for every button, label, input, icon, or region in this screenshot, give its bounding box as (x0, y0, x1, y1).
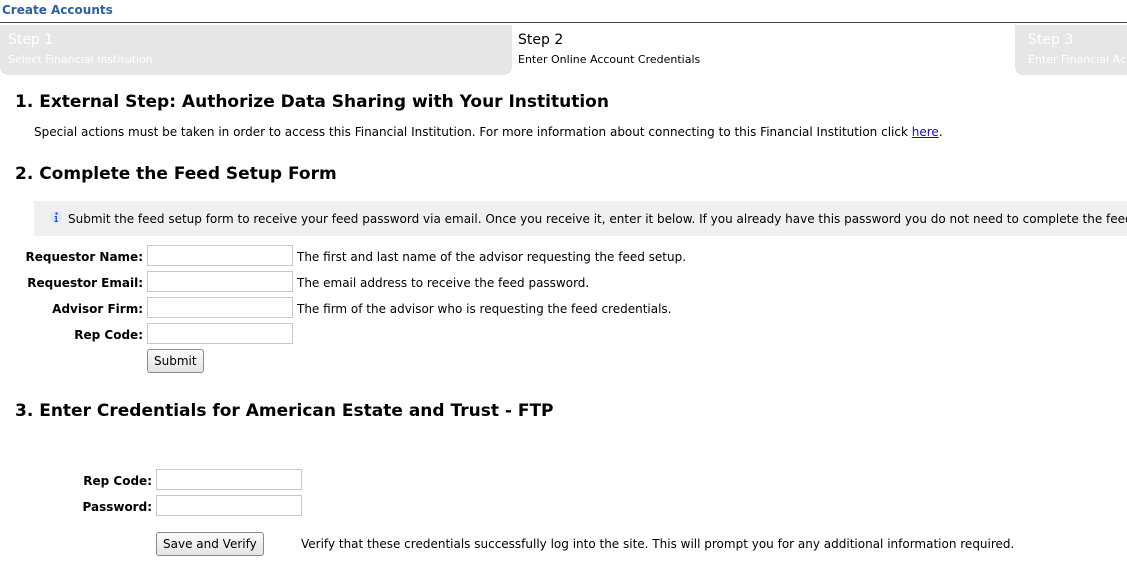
info-message: Submit the feed setup form to receive yo… (34, 201, 1127, 236)
advisor-firm-input[interactable] (147, 297, 293, 318)
section-1-period: . (938, 125, 943, 139)
rep-code-label: Rep Code: (83, 474, 152, 488)
step-1-number: Step 1 (8, 32, 54, 48)
submit-button[interactable]: Submit (147, 349, 204, 373)
step-3-number: Step 3 (1028, 32, 1074, 48)
advisor-firm-help: The firm of the advisor who is requestin… (297, 302, 672, 316)
step-1-tab[interactable]: Step 1 Select Financial Institution (0, 25, 512, 75)
requestor-name-input[interactable] (147, 245, 293, 266)
password-input[interactable] (156, 495, 302, 516)
requestor-email-input[interactable] (147, 271, 293, 292)
feed-rep-code-input[interactable] (147, 323, 293, 344)
info-message-text: Submit the feed setup form to receive yo… (68, 212, 1127, 226)
step-2-number: Step 2 (518, 32, 564, 48)
step-1-description: Select Financial Institution (8, 53, 153, 66)
step-3-description: Enter Financial Ac (1028, 53, 1127, 66)
section-1-text: Special actions must be taken in order t… (34, 125, 943, 139)
create-accounts-page: Create Accounts Step 1 Select Financial … (0, 0, 1127, 563)
step-3-tab[interactable]: Step 3 Enter Financial Ac (1015, 25, 1127, 75)
header-divider (0, 22, 1127, 23)
advisor-firm-label: Advisor Firm: (52, 302, 143, 316)
info-icon (50, 211, 62, 223)
requestor-name-label: Requestor Name: (25, 250, 143, 264)
section-1-heading: 1. External Step: Authorize Data Sharing… (15, 92, 609, 112)
step-2-description: Enter Online Account Credentials (518, 53, 701, 66)
requestor-email-help: The email address to receive the feed pa… (297, 276, 590, 290)
password-label: Password: (82, 500, 153, 514)
requestor-email-label: Requestor Email: (27, 276, 143, 290)
verify-help-text: Verify that these credentials successful… (301, 537, 1015, 551)
section-1-description: Special actions must be taken in order t… (34, 125, 912, 139)
save-and-verify-button[interactable]: Save and Verify (156, 532, 264, 556)
page-title: Create Accounts (2, 3, 113, 17)
section-2-heading: 2. Complete the Feed Setup Form (15, 164, 337, 184)
wizard-steps: Step 1 Select Financial Institution Step… (0, 25, 1127, 78)
requestor-name-help: The first and last name of the advisor r… (297, 250, 687, 264)
section-3-heading: 3. Enter Credentials for American Estate… (15, 401, 554, 421)
step-2-tab[interactable]: Step 2 Enter Online Account Credentials (512, 25, 1015, 75)
here-link[interactable]: here (912, 125, 939, 139)
rep-code-input[interactable] (156, 469, 302, 490)
feed-rep-code-label: Rep Code: (74, 328, 143, 342)
